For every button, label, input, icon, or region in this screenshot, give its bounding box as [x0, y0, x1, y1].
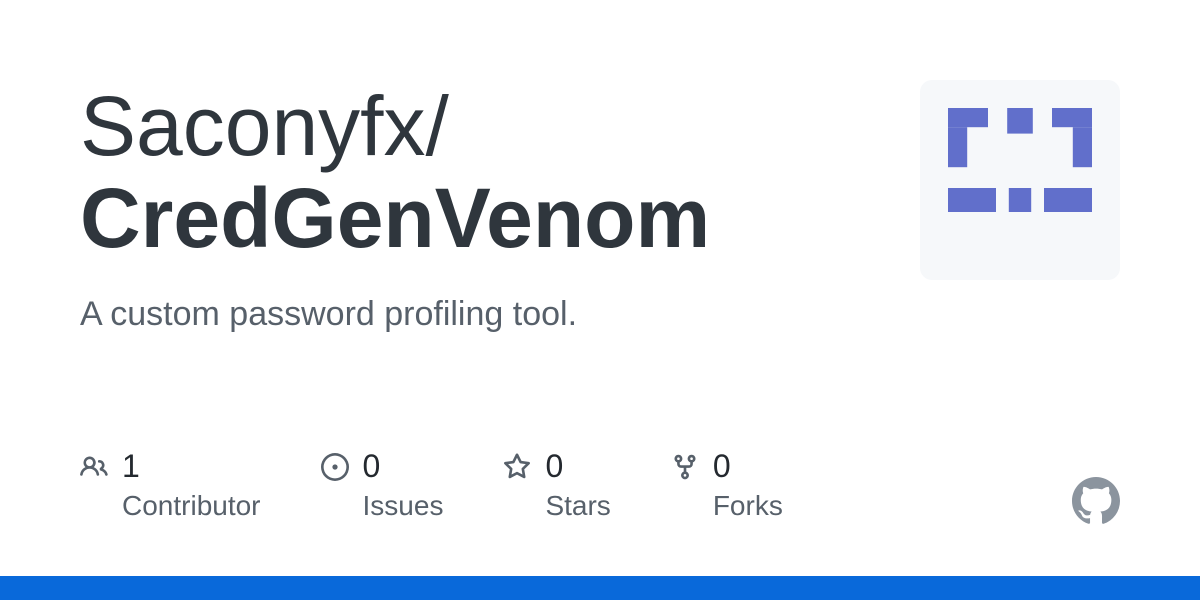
- fork-icon: [671, 453, 699, 481]
- repo-title-block: Saconyfx/ CredGenVenom A custom password…: [80, 80, 920, 334]
- repo-description: A custom password profiling tool.: [80, 295, 920, 334]
- repo-name-link[interactable]: CredGenVenom: [80, 172, 920, 264]
- issues-stat[interactable]: 0 Issues: [321, 447, 444, 525]
- repo-avatar[interactable]: [920, 80, 1120, 280]
- stars-count: 0: [545, 447, 610, 485]
- bottom-accent-bar: [0, 576, 1200, 600]
- issues-count: 0: [363, 447, 444, 485]
- github-icon: [1072, 477, 1120, 525]
- stars-label: Stars: [545, 486, 610, 525]
- avatar-icon: [940, 100, 1100, 260]
- contributors-count: 1: [122, 447, 261, 485]
- issues-label: Issues: [363, 486, 444, 525]
- contributors-label: Contributor: [122, 486, 261, 525]
- issue-icon: [321, 453, 349, 481]
- forks-label: Forks: [713, 486, 783, 525]
- stars-stat[interactable]: 0 Stars: [503, 447, 610, 525]
- repo-owner-link[interactable]: Saconyfx/: [80, 79, 449, 173]
- forks-count: 0: [713, 447, 783, 485]
- people-icon: [80, 453, 108, 481]
- star-icon: [503, 453, 531, 481]
- repo-title: Saconyfx/ CredGenVenom: [80, 80, 920, 265]
- github-logo[interactable]: [1072, 477, 1120, 525]
- repo-stats: 1 Contributor 0 Issues 0 Stars: [80, 447, 783, 525]
- contributors-stat[interactable]: 1 Contributor: [80, 447, 261, 525]
- forks-stat[interactable]: 0 Forks: [671, 447, 783, 525]
